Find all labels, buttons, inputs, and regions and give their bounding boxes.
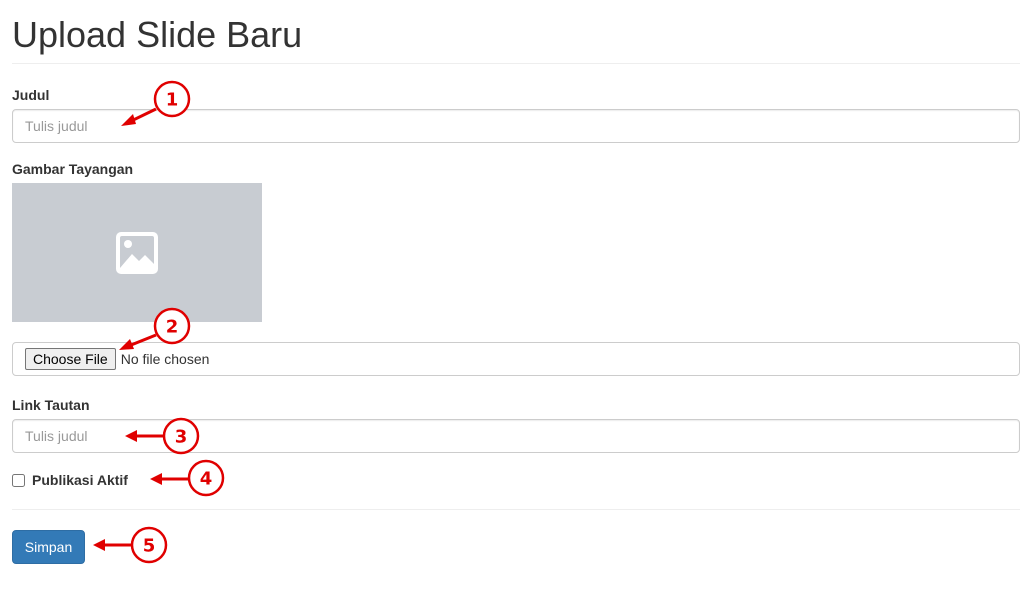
file-input[interactable]: Choose File No file chosen [12, 342, 1020, 376]
annotation-5-number: 5 [143, 536, 156, 557]
image-preview [12, 183, 262, 322]
judul-label: Judul [12, 87, 50, 103]
publikasi-aktif-label[interactable]: Publikasi Aktif [32, 472, 128, 488]
link-tautan-input[interactable] [12, 419, 1020, 453]
simpan-button[interactable]: Simpan [12, 530, 85, 564]
publikasi-aktif-checkbox[interactable] [12, 473, 25, 487]
gambar-tayangan-label: Gambar Tayangan [12, 161, 134, 177]
choose-file-button[interactable]: Choose File [25, 348, 116, 370]
publikasi-aktif-row: Publikasi Aktif [12, 471, 128, 489]
page-title: Upload Slide Baru [12, 14, 303, 55]
judul-input[interactable] [12, 109, 1020, 143]
annotation-5: 5 [93, 526, 168, 564]
title-divider [12, 63, 1020, 64]
form-divider [12, 509, 1020, 510]
image-icon [116, 231, 158, 274]
annotation-4-number: 4 [200, 469, 213, 490]
annotation-1-number: 1 [166, 90, 179, 111]
file-status-text: No file chosen [120, 351, 210, 367]
link-tautan-label: Link Tautan [12, 397, 90, 413]
annotation-4: 4 [150, 459, 225, 497]
